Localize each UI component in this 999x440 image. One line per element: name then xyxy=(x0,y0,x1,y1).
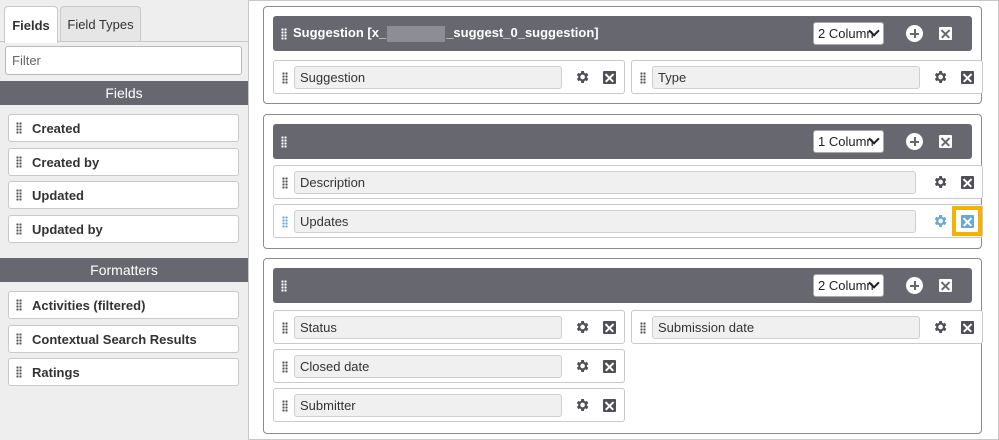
field-label: Created xyxy=(32,120,81,136)
field-input: Closed date xyxy=(294,355,562,378)
field-input: Description xyxy=(294,171,916,194)
section-header-bar: 2 Column xyxy=(273,268,972,303)
drag-handle-icon[interactable] xyxy=(281,279,287,292)
drag-handle-icon[interactable] xyxy=(282,400,288,412)
remove-field-icon[interactable] xyxy=(603,399,616,412)
section-header-bar: Suggestion [x_ _suggest_0_suggestion] 2 C… xyxy=(273,16,972,51)
gear-icon[interactable] xyxy=(932,319,948,335)
drag-handle-icon[interactable] xyxy=(16,156,22,168)
field-item-created-by[interactable]: Created by xyxy=(8,148,239,176)
field-input: Suggestion xyxy=(294,66,562,89)
field-input: Status xyxy=(294,316,562,339)
formatters-header: Formatters xyxy=(0,258,248,282)
drag-handle-icon[interactable] xyxy=(281,135,287,148)
fields-header: Fields xyxy=(0,81,248,105)
field-input: Updates xyxy=(294,210,916,233)
form-field-cell[interactable]: Suggestion xyxy=(273,60,625,94)
gear-icon[interactable] xyxy=(574,69,590,85)
delete-section-icon[interactable] xyxy=(939,27,952,40)
delete-section-icon[interactable] xyxy=(939,279,952,292)
add-section-icon[interactable] xyxy=(906,133,923,150)
left-panel: Fields Field Types Fields Created Create… xyxy=(0,0,249,440)
drag-handle-icon[interactable] xyxy=(282,361,288,373)
add-section-icon[interactable] xyxy=(906,277,923,294)
drag-handle-icon[interactable] xyxy=(16,366,22,378)
drag-handle-icon[interactable] xyxy=(282,72,288,84)
form-field-cell[interactable]: Status xyxy=(273,310,625,344)
drag-handle-icon[interactable] xyxy=(16,223,22,235)
delete-section-icon[interactable] xyxy=(939,135,952,148)
remove-field-icon[interactable] xyxy=(961,71,974,84)
form-section-2: 1 Column Description Updates xyxy=(263,114,983,249)
drag-handle-icon[interactable] xyxy=(282,322,288,334)
field-input: Submitter xyxy=(294,394,562,417)
remove-field-icon[interactable] xyxy=(603,71,616,84)
form-field-cell[interactable]: Updates xyxy=(273,204,983,238)
drag-handle-icon[interactable] xyxy=(16,122,22,134)
section-header-bar: 1 Column xyxy=(273,124,972,159)
gear-icon[interactable] xyxy=(932,213,948,229)
section-title: Suggestion [x_ _suggest_0_suggestion] xyxy=(293,25,599,42)
column-layout-select[interactable]: 2 Column xyxy=(813,22,884,45)
drag-handle-icon[interactable] xyxy=(16,333,22,345)
form-field-cell[interactable]: Submission date xyxy=(631,310,983,344)
field-label: Updated by xyxy=(32,221,103,237)
field-item-created[interactable]: Created xyxy=(8,114,239,142)
formatter-item-ratings[interactable]: Ratings xyxy=(8,358,239,386)
drag-handle-icon[interactable] xyxy=(640,322,646,334)
remove-field-icon[interactable] xyxy=(603,360,616,373)
formatter-item-activities[interactable]: Activities (filtered) xyxy=(8,291,239,319)
gear-icon[interactable] xyxy=(574,397,590,413)
field-item-updated[interactable]: Updated xyxy=(8,181,239,209)
tab-bar: Fields Field Types xyxy=(0,0,249,43)
formatter-item-contextual-search[interactable]: Contextual Search Results xyxy=(8,325,239,353)
form-section-1: Suggestion [x_ _suggest_0_suggestion] 2 C… xyxy=(263,6,983,104)
add-section-icon[interactable] xyxy=(906,25,923,42)
formatter-label: Activities (filtered) xyxy=(32,297,146,313)
column-layout-select[interactable]: 2 Column xyxy=(813,274,884,297)
form-field-cell[interactable]: Type xyxy=(631,60,983,94)
form-field-cell[interactable]: Description xyxy=(273,165,983,199)
field-input: Submission date xyxy=(652,316,920,339)
form-section-3: 2 Column Status Submission date Closed d… xyxy=(263,258,983,434)
field-label: Created by xyxy=(32,154,100,170)
tab-fields[interactable]: Fields xyxy=(4,6,58,43)
drag-handle-icon[interactable] xyxy=(282,177,288,189)
gear-icon[interactable] xyxy=(932,69,948,85)
remove-field-icon[interactable] xyxy=(961,321,974,334)
highlight-box xyxy=(952,206,982,236)
filter-input[interactable] xyxy=(5,46,242,75)
form-field-cell[interactable]: Submitter xyxy=(273,388,625,422)
drag-handle-icon[interactable] xyxy=(282,216,288,228)
field-label: Updated xyxy=(32,187,84,203)
formatter-label: Contextual Search Results xyxy=(32,331,197,347)
drag-handle-icon[interactable] xyxy=(640,72,646,84)
remove-field-icon[interactable] xyxy=(603,321,616,334)
remove-field-icon[interactable] xyxy=(961,176,974,189)
tab-field-types[interactable]: Field Types xyxy=(60,6,141,42)
drag-handle-icon[interactable] xyxy=(16,189,22,201)
drag-handle-icon[interactable] xyxy=(16,299,22,311)
column-layout-select[interactable]: 1 Column xyxy=(813,130,884,153)
drag-handle-icon[interactable] xyxy=(281,27,287,40)
field-item-updated-by[interactable]: Updated by xyxy=(8,215,239,243)
formatter-label: Ratings xyxy=(32,364,80,380)
gear-icon[interactable] xyxy=(932,174,948,190)
gear-icon[interactable] xyxy=(574,319,590,335)
form-field-cell[interactable]: Closed date xyxy=(273,349,625,383)
gear-icon[interactable] xyxy=(574,358,590,374)
field-input: Type xyxy=(652,66,920,89)
redacted-block xyxy=(387,25,446,42)
